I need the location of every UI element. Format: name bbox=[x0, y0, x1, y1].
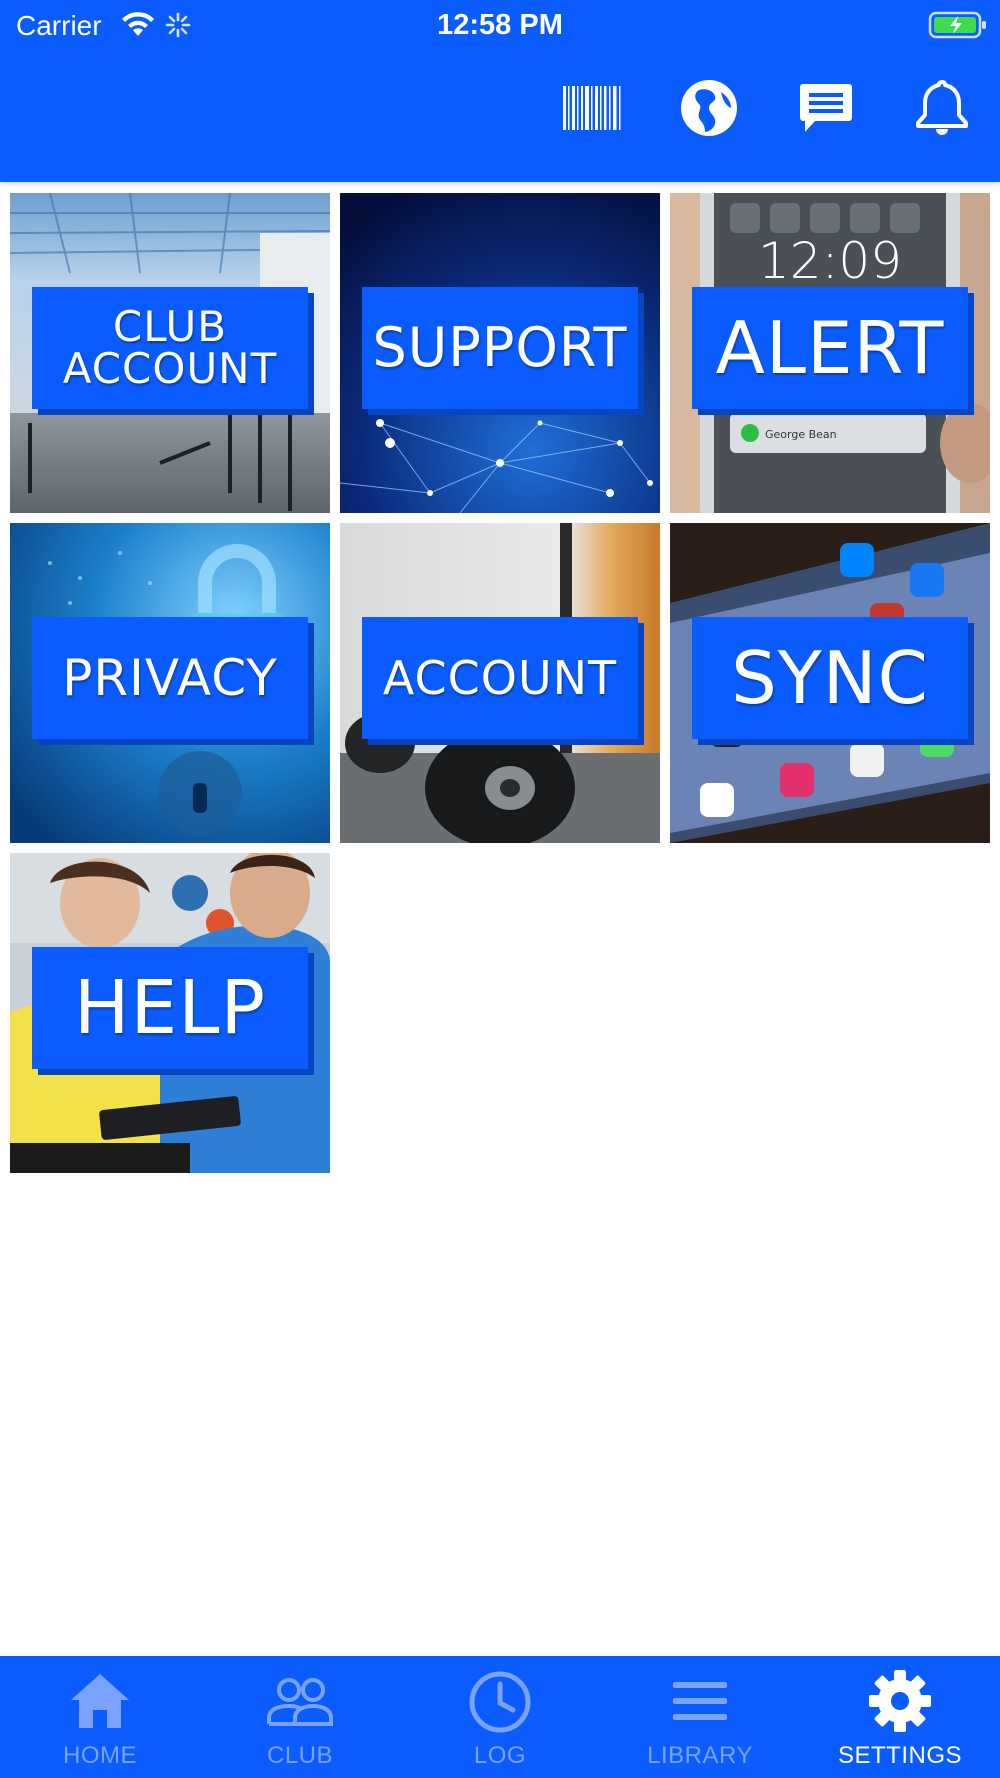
tab-settings[interactable]: SETTINGS bbox=[800, 1656, 1000, 1778]
privacy-label-box: PRIVACY bbox=[32, 617, 308, 739]
svg-text:12:09: 12:09 bbox=[758, 232, 902, 290]
club-account-label-line2: ACCOUNT bbox=[62, 344, 278, 393]
gear-icon bbox=[869, 1670, 931, 1732]
tile-account[interactable]: ACCOUNT bbox=[340, 523, 660, 843]
tab-settings-label: SETTINGS bbox=[837, 1742, 962, 1769]
tile-help[interactable]: HELP bbox=[10, 853, 330, 1173]
status-time: 12:58 PM bbox=[437, 9, 563, 41]
privacy-label: PRIVACY bbox=[62, 649, 278, 707]
alert-label-box: ALERT bbox=[692, 287, 968, 409]
chat-icon[interactable] bbox=[793, 75, 859, 141]
sync-label: SYNC bbox=[731, 636, 929, 720]
battery-charging-icon bbox=[928, 10, 988, 45]
tile-club-account[interactable]: CLUB ACCOUNT bbox=[10, 193, 330, 513]
people-icon bbox=[267, 1678, 333, 1726]
clock-icon bbox=[469, 1671, 531, 1733]
sync-label-box: SYNC bbox=[692, 617, 968, 739]
tab-bar: HOME CLUB LOG LIBRARY SETTINGS bbox=[0, 1656, 1000, 1778]
svg-text:George Bean: George Bean bbox=[765, 428, 837, 441]
tile-sync[interactable]: SYNC bbox=[670, 523, 990, 843]
help-label: HELP bbox=[73, 965, 267, 1051]
account-label: ACCOUNT bbox=[382, 651, 618, 705]
club-account-label-box: CLUB ACCOUNT bbox=[32, 287, 308, 409]
support-label-box: SUPPORT bbox=[362, 287, 638, 409]
barcode-icon[interactable] bbox=[560, 75, 626, 141]
tab-library[interactable]: LIBRARY bbox=[600, 1656, 800, 1778]
bell-icon[interactable] bbox=[909, 75, 975, 141]
tab-home-label: HOME bbox=[63, 1742, 137, 1769]
alert-label: ALERT bbox=[715, 306, 945, 390]
menu-lines-icon bbox=[673, 1682, 727, 1720]
tab-log[interactable]: LOG bbox=[400, 1656, 600, 1778]
tile-alert[interactable]: 12:09 George Bean ALERT bbox=[670, 193, 990, 513]
tile-support[interactable]: SUPPORT bbox=[340, 193, 660, 513]
tab-club[interactable]: CLUB bbox=[200, 1656, 400, 1778]
account-label-box: ACCOUNT bbox=[362, 617, 638, 739]
tile-privacy[interactable]: PRIVACY bbox=[10, 523, 330, 843]
app-header: Carrier 12:58 PM bbox=[0, 0, 1000, 182]
help-label-box: HELP bbox=[32, 947, 308, 1069]
status-bar: Carrier 12:58 PM bbox=[0, 0, 1000, 50]
tab-log-label: LOG bbox=[473, 1742, 527, 1769]
tab-library-label: LIBRARY bbox=[647, 1742, 753, 1769]
club-account-label-line1: CLUB bbox=[112, 302, 228, 351]
globe-icon[interactable] bbox=[676, 75, 742, 141]
support-label: SUPPORT bbox=[372, 316, 628, 379]
tab-home[interactable]: HOME bbox=[0, 1656, 200, 1778]
home-icon bbox=[71, 1674, 129, 1728]
tab-club-label: CLUB bbox=[266, 1742, 334, 1769]
